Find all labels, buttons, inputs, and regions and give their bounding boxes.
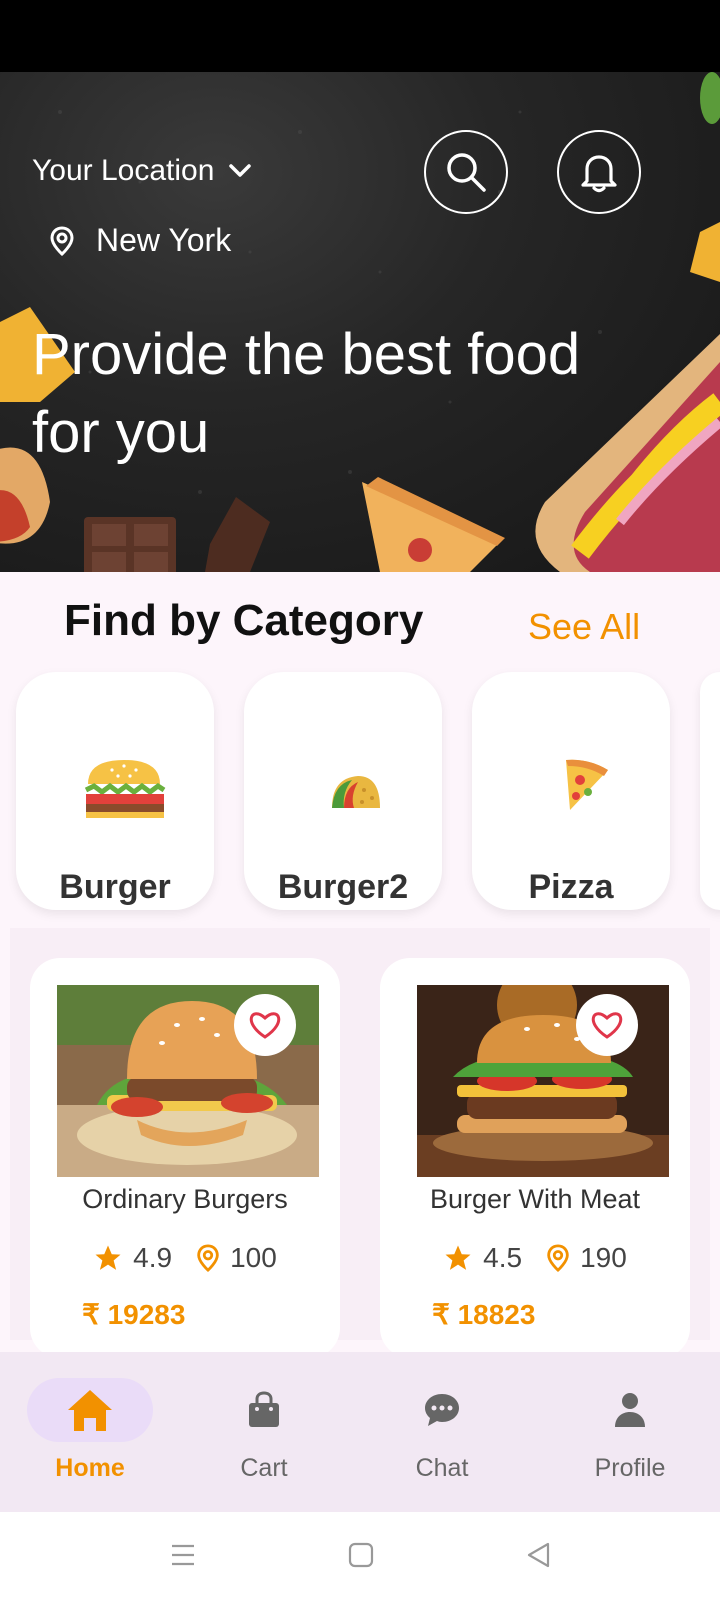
search-icon [447,153,486,192]
product-meta: 4.5 190 [380,1242,690,1274]
product-card-burger-with-meat[interactable]: Burger With Meat 4.5 190 ₹ 18823 [380,958,690,1358]
nav-icon-wrap [27,1378,153,1442]
system-navigation-bar [0,1512,720,1600]
star-icon [95,1245,121,1270]
nav-label: Chat [415,1454,469,1482]
notifications-button[interactable] [557,130,641,214]
heart-icon [249,1012,281,1039]
product-name: Burger With Meat [429,1184,641,1214]
bottom-navigation: Home Cart Chat Profile [0,1352,720,1512]
pizza-icon [566,759,608,810]
nav-icon-wrap [379,1378,505,1442]
hero-banner: Your Location New York Provide the best … [0,72,720,572]
nav-item-home[interactable]: Home [0,1352,180,1512]
location-selector[interactable]: Your Location [32,154,252,188]
nav-label: Profile [594,1454,666,1482]
product-rating: 4.5 [483,1242,523,1273]
category-label: Pizza [528,868,614,906]
taco-icon [332,776,380,808]
category-card-pizza[interactable]: Pizza [472,672,670,910]
product-price: ₹ 18823 [432,1299,536,1330]
product-price: ₹ 19283 [82,1299,186,1330]
bag-icon [249,1391,279,1427]
bell-icon [581,155,617,193]
nav-item-profile[interactable]: Profile [540,1352,720,1512]
product-distance: 190 [580,1242,627,1273]
favorite-button[interactable] [234,994,296,1056]
search-button[interactable] [424,130,508,214]
see-all-link[interactable]: See All [528,606,640,648]
chevron-down-icon [229,164,252,177]
nav-icon-wrap [201,1378,327,1442]
product-meta: 4.9 100 [30,1242,340,1274]
home-icon [68,1390,112,1431]
chat-icon [425,1394,459,1426]
product-distance: 100 [230,1242,277,1273]
favorite-button[interactable] [576,994,638,1056]
location-pin-icon [547,1244,569,1272]
nav-item-cart[interactable]: Cart [174,1352,354,1512]
star-icon [445,1245,471,1270]
category-card-partial[interactable] [700,672,720,910]
location-label: Your Location [32,154,215,187]
location-pin-icon [50,225,74,256]
nav-label: Cart [240,1454,288,1482]
home-square-icon[interactable] [348,1542,374,1568]
category-card-burger[interactable]: Burger [16,672,214,910]
nav-item-chat[interactable]: Chat [352,1352,532,1512]
current-location: New York [50,222,231,259]
product-rating: 4.9 [133,1242,173,1273]
status-bar [0,0,720,72]
heart-icon [591,1012,623,1039]
category-card-burger2[interactable]: Burger2 [244,672,442,910]
burger-icon [84,760,166,818]
product-card-ordinary-burgers[interactable]: Ordinary Burgers 4.9 100 ₹ 19283 [30,958,340,1358]
hero-title: Provide the best food for you [32,322,581,465]
category-label: Burger [59,868,171,906]
nav-icon-wrap [567,1378,693,1442]
location-pin-icon [197,1244,219,1272]
person-icon [615,1393,645,1427]
category-section-title: Find by Category [64,596,424,645]
category-label: Burger2 [277,868,409,906]
product-name: Ordinary Burgers [82,1184,288,1214]
menu-icon[interactable] [170,1542,196,1568]
nav-label: Home [55,1454,125,1482]
city-name: New York [96,222,232,258]
back-icon[interactable] [526,1542,552,1568]
